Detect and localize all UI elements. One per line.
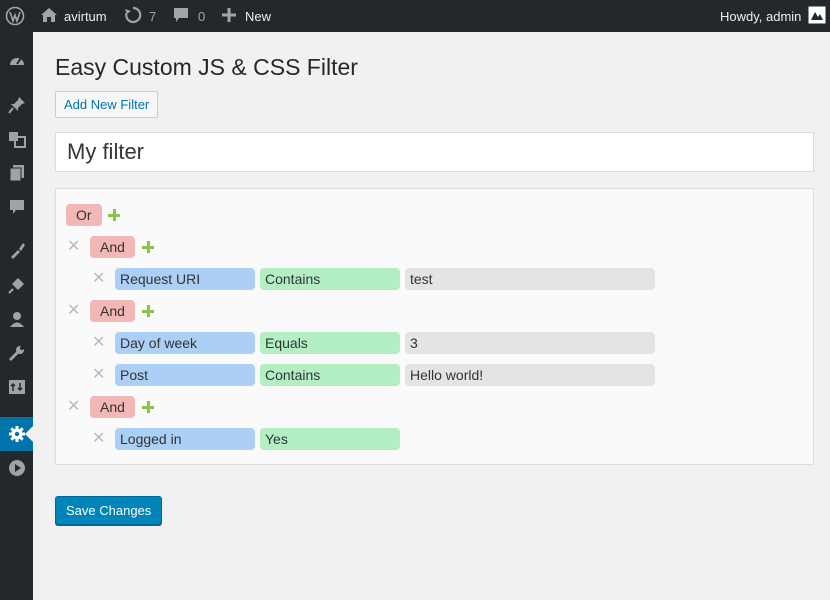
remove-group-icon[interactable]: ✕ — [67, 399, 80, 415]
filter-name-input[interactable] — [55, 132, 814, 172]
condition-operator[interactable]: Yes — [260, 428, 400, 450]
avatar — [808, 6, 826, 27]
condition-operator[interactable]: Contains — [260, 268, 400, 290]
condition-field[interactable]: Logged in — [115, 428, 255, 450]
rule-builder: Or ✕ And ✕ Request URI Contains test ✕ A… — [55, 188, 814, 465]
updates-count: 7 — [149, 8, 157, 24]
condition-value[interactable]: test — [405, 268, 655, 290]
remove-condition-icon[interactable]: ✕ — [92, 271, 105, 287]
new-label: New — [245, 8, 272, 24]
add-new-filter-button[interactable]: Add New Filter — [55, 91, 159, 118]
comments-link[interactable]: 0 — [173, 0, 205, 32]
condition-field[interactable]: Post — [115, 364, 255, 386]
remove-condition-icon[interactable]: ✕ — [92, 431, 105, 447]
site-name-link[interactable]: avirtum — [40, 0, 107, 32]
page-title: Easy Custom JS & CSS Filter — [55, 54, 358, 80]
new-content-link[interactable]: New — [222, 0, 271, 32]
plugins-icon[interactable] — [0, 268, 33, 302]
comments-icon[interactable] — [0, 190, 33, 224]
play-icon[interactable] — [0, 451, 33, 485]
add-condition-icon[interactable] — [141, 304, 155, 318]
my-account-link[interactable]: Howdy, admin — [720, 0, 826, 32]
group-operator[interactable]: And — [90, 236, 135, 258]
group-operator[interactable]: And — [90, 396, 135, 418]
remove-group-icon[interactable]: ✕ — [67, 239, 80, 255]
condition-value[interactable]: 3 — [405, 332, 655, 354]
condition-field[interactable]: Day of week — [115, 332, 255, 354]
add-group-icon[interactable] — [107, 208, 121, 222]
settings-icon[interactable] — [0, 417, 33, 451]
pages-icon[interactable] — [0, 156, 33, 190]
pin-icon[interactable] — [0, 88, 33, 122]
import-export-icon[interactable] — [0, 370, 33, 404]
condition-operator[interactable]: Contains — [260, 364, 400, 386]
home-icon — [40, 7, 58, 26]
comments-count: 0 — [198, 8, 206, 24]
users-icon[interactable] — [0, 302, 33, 336]
updates-link[interactable]: 7 — [124, 0, 156, 32]
remove-group-icon[interactable]: ✕ — [67, 303, 80, 319]
add-condition-icon[interactable] — [141, 240, 155, 254]
updates-icon — [124, 6, 142, 27]
comment-icon — [173, 7, 189, 26]
site-name: avirtum — [64, 8, 107, 24]
plus-icon — [222, 7, 236, 25]
wordpress-logo-icon[interactable] — [5, 0, 25, 32]
media-icon[interactable] — [0, 122, 33, 156]
condition-operator[interactable]: Equals — [260, 332, 400, 354]
root-operator[interactable]: Or — [66, 204, 102, 226]
save-changes-button[interactable]: Save Changes — [55, 496, 163, 525]
admin-bar: avirtum 7 0 New Howdy, admin — [0, 0, 830, 32]
appearance-icon[interactable] — [0, 234, 33, 268]
remove-condition-icon[interactable]: ✕ — [92, 367, 105, 383]
condition-value[interactable]: Hello world! — [405, 364, 655, 386]
greeting: Howdy, admin — [720, 8, 802, 24]
tools-icon[interactable] — [0, 336, 33, 370]
remove-condition-icon[interactable]: ✕ — [92, 335, 105, 351]
group-operator[interactable]: And — [90, 300, 135, 322]
dashboard-icon[interactable] — [0, 44, 33, 78]
admin-menu — [0, 32, 33, 600]
add-condition-icon[interactable] — [141, 400, 155, 414]
condition-field[interactable]: Request URI — [115, 268, 255, 290]
